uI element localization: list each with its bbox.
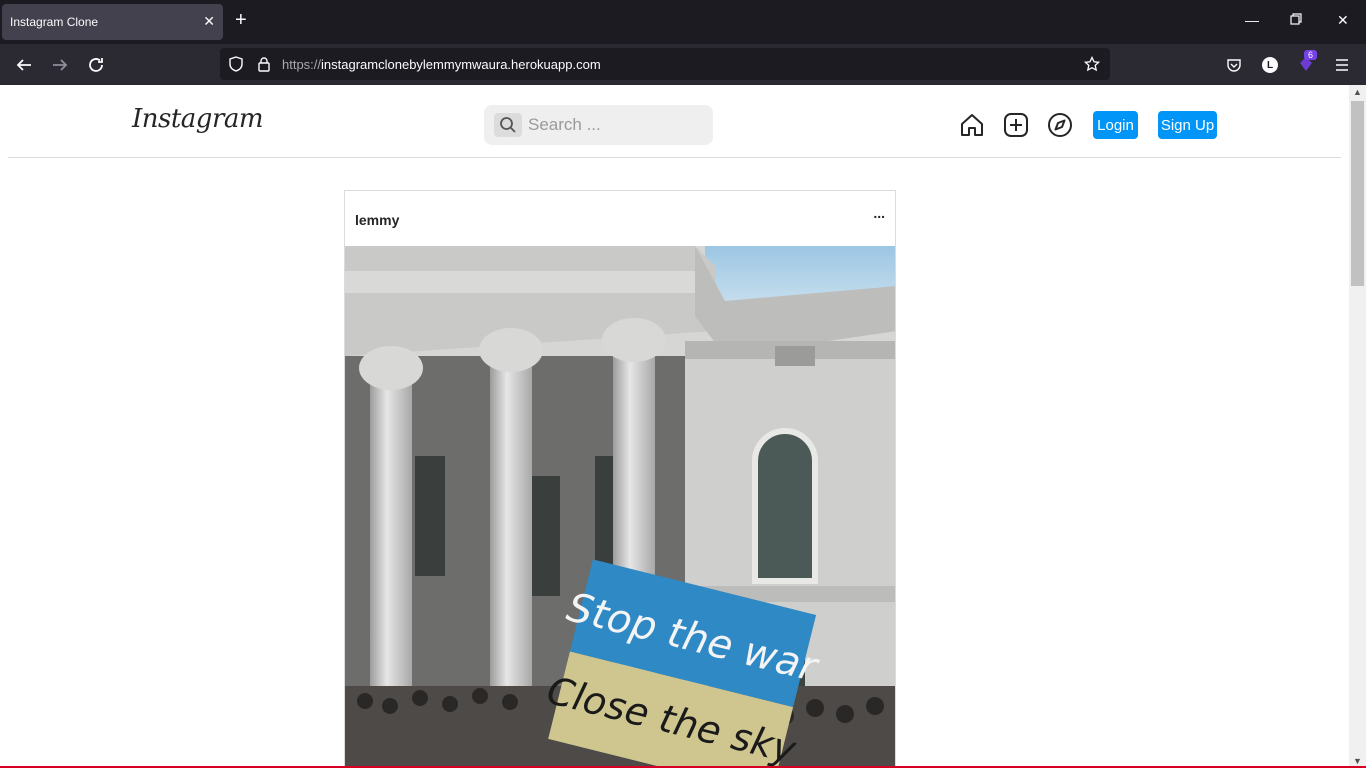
url-bar[interactable]: https://instagramclonebylemmymwaura.hero… (220, 48, 1110, 80)
url-host: instagramclonebylemmymwaura.herokuapp.co… (321, 57, 601, 72)
menu-icon[interactable] (1331, 54, 1353, 76)
pocket-icon[interactable] (1223, 54, 1245, 76)
login-button[interactable]: Login (1093, 111, 1138, 139)
page: Instagram Login Sign Up lemmy ... (0, 85, 1349, 768)
search-input[interactable] (528, 115, 698, 135)
new-post-icon[interactable] (1003, 112, 1029, 138)
new-tab-icon[interactable]: + (235, 10, 247, 30)
scroll-thumb[interactable] (1351, 101, 1364, 286)
close-window-icon[interactable]: ✕ (1337, 12, 1349, 29)
more-options-icon[interactable]: ... (873, 205, 885, 221)
reload-icon[interactable] (85, 54, 107, 76)
search-box (484, 105, 713, 145)
site-header: Instagram Login Sign Up (8, 85, 1341, 158)
scroll-up-icon[interactable]: ▲ (1353, 87, 1362, 97)
url-scheme: https:// (282, 57, 322, 72)
tab-title: Instagram Clone (10, 15, 99, 29)
explore-compass-icon[interactable] (1047, 112, 1073, 138)
shield-icon[interactable] (228, 56, 244, 72)
protest-photo: Stop the war Close the sky (345, 246, 895, 768)
page-scrollbar[interactable]: ▲ ▼ (1349, 85, 1366, 768)
search-icon (494, 113, 522, 137)
post-image[interactable]: Stop the war Close the sky (345, 246, 895, 768)
restore-icon[interactable] (1290, 12, 1302, 28)
home-icon[interactable] (959, 112, 985, 138)
back-icon[interactable] (13, 54, 35, 76)
extension-badge: 6 (1304, 50, 1318, 60)
bookmark-star-icon[interactable] (1084, 56, 1100, 72)
signup-button[interactable]: Sign Up (1158, 111, 1217, 139)
post-card: lemmy ... Stop the war Close the sky (344, 190, 896, 768)
minimize-icon[interactable]: — (1245, 12, 1259, 28)
browser-navbar: https://instagramclonebylemmymwaura.hero… (0, 44, 1366, 85)
profile-avatar[interactable]: L (1262, 57, 1278, 73)
close-tab-icon[interactable]: ✕ (203, 13, 215, 30)
url-text[interactable]: https://instagramclonebylemmymwaura.hero… (282, 57, 601, 72)
scroll-down-icon[interactable]: ▼ (1353, 756, 1362, 766)
lock-icon[interactable] (256, 56, 272, 72)
browser-tab[interactable]: Instagram Clone ✕ (2, 4, 223, 40)
forward-icon[interactable] (49, 54, 71, 76)
browser-tabbar: Instagram Clone ✕ + — ✕ (0, 0, 1366, 44)
post-username[interactable]: lemmy (355, 212, 399, 228)
instagram-logo[interactable]: Instagram (132, 104, 264, 134)
